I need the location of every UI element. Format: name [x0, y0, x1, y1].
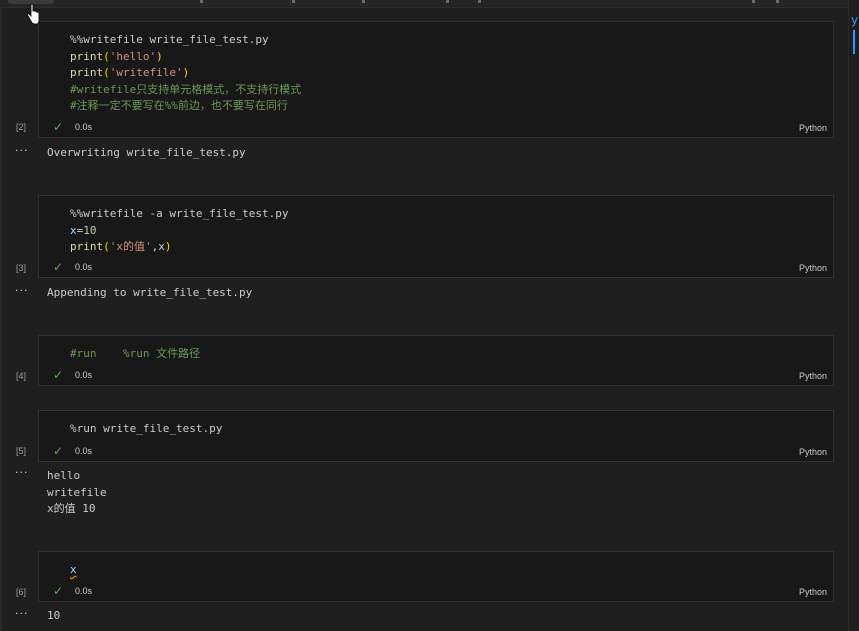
code-line[interactable]: #run %run 文件路径 [70, 346, 200, 363]
scrollbar[interactable]: y [848, 0, 859, 631]
cell-editor[interactable]: %run write_file_test.py [70, 421, 222, 438]
cell-editor[interactable]: #run %run 文件路径 [70, 346, 200, 363]
toolbar-tick [362, 0, 365, 3]
toolbar-tick [446, 0, 449, 3]
cell-editor[interactable]: %%writefile write_file_test.py print('hel… [70, 32, 301, 115]
code-token: ( [103, 66, 110, 79]
output-more-icon[interactable]: ··· [15, 607, 29, 620]
code-line[interactable]: x=10 [70, 223, 289, 240]
output-more-icon[interactable]: ··· [15, 466, 29, 479]
check-icon: ✓ [53, 444, 64, 458]
code-token: x [70, 563, 77, 576]
cell-output: hello writefile x的值 10 [47, 468, 107, 518]
kernel-language[interactable]: Python [799, 123, 827, 133]
kernel-language[interactable]: Python [799, 447, 827, 457]
kernel-language[interactable]: Python [799, 371, 827, 381]
overview-ruler-bar [853, 30, 855, 54]
code-line[interactable]: %%writefile write_file_test.py [70, 32, 301, 49]
code-token: print [70, 66, 104, 79]
code-token: ( [103, 49, 110, 63]
execution-count: [2] [16, 122, 27, 132]
code-token: ( [103, 240, 110, 253]
execution-time: 0.0s [75, 586, 93, 596]
hand-cursor-icon [27, 4, 40, 25]
kernel-language[interactable]: Python [799, 587, 827, 597]
execution-count: [3] [16, 263, 27, 273]
code-cell[interactable]: %%writefile write_file_test.py print('hel… [38, 21, 834, 138]
toolbar-tick [478, 0, 481, 3]
execution-status: ✓ 0.0s [53, 120, 92, 134]
code-token: 10 [83, 223, 97, 237]
code-line[interactable]: #writefile只支持单元格模式，不支持行模式 [70, 82, 301, 99]
execution-status: ✓ 0.0s [53, 368, 92, 382]
execution-count: [6] [16, 587, 27, 597]
output-more-icon[interactable]: ··· [15, 284, 29, 297]
code-cell[interactable]: %%writefile -a write_file_test.py x=10 pri… [38, 195, 834, 278]
toolbar-tick [752, 0, 755, 3]
execution-time: 0.0s [75, 122, 93, 132]
code-token: %%writefile write_file_test.py [70, 33, 269, 46]
code-token: ) [164, 240, 172, 253]
cell-output: Overwriting write_file_test.py [47, 145, 246, 162]
code-token: x [70, 223, 77, 237]
cell-editor[interactable]: %%writefile -a write_file_test.py x=10 pri… [70, 206, 289, 256]
code-cell[interactable]: #run %run 文件路径 ✓ 0.0s Python [38, 335, 834, 386]
check-icon: ✓ [53, 368, 64, 382]
check-icon: ✓ [53, 584, 64, 598]
toolbar-strip [0, 0, 859, 8]
code-token: 'x的值' [109, 240, 152, 253]
code-line[interactable]: x [70, 562, 77, 579]
toolbar-tick [292, 0, 295, 3]
output-line: writefile [47, 485, 107, 499]
execution-count: [5] [16, 446, 27, 456]
code-token: 'hello' [109, 49, 157, 63]
output-line: 10 [47, 609, 61, 622]
execution-status: ✓ 0.0s [53, 444, 92, 458]
cell-editor[interactable]: x [70, 562, 77, 579]
code-cell[interactable]: %run write_file_test.py ✓ 0.0s Python [38, 410, 834, 462]
code-token: ,x [151, 240, 165, 253]
cell-output: Appending to write_file_test.py [47, 285, 252, 302]
output-line: x的值 10 [47, 502, 96, 515]
execution-time: 0.0s [75, 262, 93, 272]
execution-time: 0.0s [75, 446, 93, 456]
execution-status: ✓ 0.0s [53, 260, 92, 274]
code-token: 'writefile' [109, 66, 183, 79]
code-token: #注释一定不要写在%%前边，也不要写在同行 [70, 99, 288, 112]
cell-output: 10 [47, 608, 60, 625]
code-line[interactable]: #注释一定不要写在%%前边，也不要写在同行 [70, 98, 301, 115]
code-line[interactable]: print('writefile') [70, 65, 301, 82]
toolbar-tick [200, 0, 203, 3]
code-token: print [70, 49, 104, 63]
code-token: %run write_file_test.py [70, 422, 223, 435]
code-token: ) [182, 66, 190, 79]
execution-status: ✓ 0.0s [53, 584, 92, 598]
execution-time: 0.0s [75, 370, 93, 380]
code-token: print [70, 240, 104, 253]
code-line[interactable]: %%writefile -a write_file_test.py [70, 206, 289, 223]
toolbar-tick [776, 0, 779, 3]
code-token: ) [156, 49, 163, 63]
check-icon: ✓ [53, 120, 64, 134]
execution-count: [4] [16, 371, 27, 381]
cell-focus-rail [0, 8, 2, 631]
code-cell[interactable]: x ✓ 0.0s Python [38, 551, 834, 602]
code-line[interactable]: print('hello') [70, 49, 301, 66]
output-line: hello [47, 469, 81, 482]
code-token: #run %run 文件路径 [70, 347, 201, 360]
output-more-icon[interactable]: ··· [15, 144, 29, 157]
check-icon: ✓ [53, 260, 64, 274]
code-line[interactable]: print('x的值',x) [70, 239, 289, 256]
output-line: Overwriting write_file_test.py [47, 146, 246, 159]
kernel-language[interactable]: Python [799, 263, 827, 273]
overview-ruler-mark: y [851, 13, 859, 27]
code-token: %%writefile -a write_file_test.py [70, 207, 289, 220]
code-line[interactable]: %run write_file_test.py [70, 421, 222, 438]
output-line: Appending to write_file_test.py [47, 286, 253, 299]
code-token: #writefile只支持单元格模式，不支持行模式 [70, 82, 302, 96]
